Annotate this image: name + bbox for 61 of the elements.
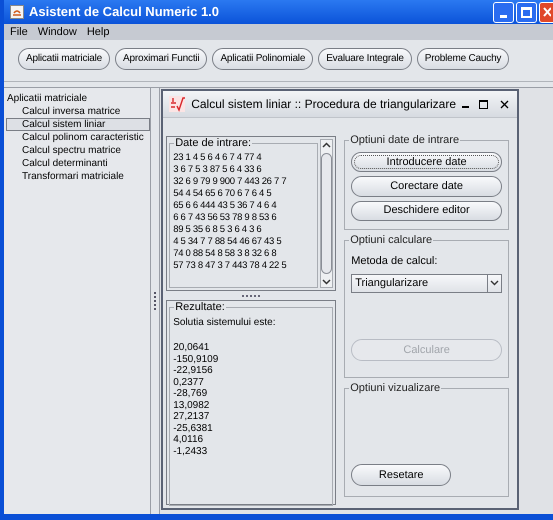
result-value: 20,0641 <box>173 342 210 354</box>
tree-node[interactable]: Aplicatii matriciale <box>6 92 150 105</box>
action-button[interactable]: Aplicatii Polinomiale <box>212 48 314 70</box>
result-value: 13,0982 <box>173 400 210 411</box>
input-line: 57 73 8 47 3 7 443 78 4 22 5 <box>173 260 288 272</box>
group-legend: Optiuni calculare <box>349 234 434 247</box>
tree-item[interactable]: Calcul determinanti <box>6 157 150 170</box>
scrollbar[interactable] <box>320 139 334 288</box>
action-button[interactable]: Evaluare Integrale <box>318 48 412 70</box>
action-button[interactable]: Introducere date <box>351 152 502 172</box>
tree-item[interactable]: Calcul spectru matrice <box>6 144 150 157</box>
maximize-icon <box>521 6 532 18</box>
close-icon[interactable] <box>500 100 509 108</box>
action-button[interactable]: Aplicatii matriciale <box>18 48 110 70</box>
action-button[interactable]: Deschidere editor <box>351 200 502 221</box>
formula-icon <box>169 96 186 112</box>
input-line: 23 1 4 5 6 4 6 7 4 77 4 <box>173 152 262 164</box>
method-dropdown[interactable]: Triangularizare <box>351 274 502 292</box>
input-area[interactable] <box>166 136 336 291</box>
input-line: 74 0 88 54 8 58 3 8 32 6 8 <box>173 248 278 260</box>
menu-item[interactable]: File <box>10 24 28 40</box>
action-button[interactable]: Aproximari Functii <box>115 48 208 70</box>
input-line: 4 5 34 7 7 88 54 46 67 43 5 <box>173 236 282 248</box>
result-value: -1,2433 <box>173 446 208 457</box>
minimize-button[interactable] <box>493 2 514 22</box>
input-line: 65 6 6 444 43 5 36 7 4 6 4 <box>173 200 278 212</box>
group-legend: Optiuni date de intrare <box>349 134 460 147</box>
input-line: 89 5 35 6 8 5 3 6 4 3 6 <box>173 224 262 236</box>
result-value: 4,0116 <box>173 434 204 446</box>
close-icon <box>542 7 550 17</box>
input-line: 32 6 9 79 9 900 7 443 26 7 7 <box>173 176 288 188</box>
result-value: -25,6381 <box>173 422 214 434</box>
menu-item[interactable]: Window <box>38 24 77 40</box>
close-button[interactable] <box>539 2 553 22</box>
group-legend: Optiuni vizualizare <box>349 382 442 395</box>
result-value: -22,9156 <box>173 365 214 376</box>
minimize-icon <box>500 14 507 18</box>
scroll-thumb[interactable] <box>321 153 332 274</box>
tree-item[interactable]: Transformari matriciale <box>6 170 150 183</box>
result-heading: Solutia sistemului este: <box>173 316 276 329</box>
result-value: -150,9109 <box>173 354 220 365</box>
maximize-icon[interactable] <box>479 100 488 108</box>
app-icon <box>10 5 24 19</box>
menu-item[interactable]: Help <box>86 24 110 40</box>
field-label: Metoda de calcul: <box>351 254 438 269</box>
action-button[interactable]: Resetare <box>351 464 452 486</box>
result-value: -28,769 <box>173 388 208 400</box>
caret-icon <box>490 280 499 286</box>
frame-title: Calcul sistem liniar :: Procedura de triangularizare <box>191 96 456 113</box>
input-line: 6 6 7 43 56 53 78 9 8 53 6 <box>173 212 278 224</box>
action-button[interactable]: Corectare date <box>351 176 502 197</box>
window-title: Asistent de Calcul Numeric 1.0 <box>29 3 220 22</box>
tree-item[interactable]: Calcul polinom caracteristic <box>6 131 150 144</box>
tree-item[interactable]: Calcul sistem liniar <box>6 118 150 131</box>
result-value: 0,2377 <box>173 376 205 388</box>
maximize-button[interactable] <box>516 2 537 22</box>
input-line: 3 6 7 5 3 87 5 6 4 33 6 <box>173 164 262 176</box>
result-value: 27,2137 <box>173 411 210 422</box>
action-button[interactable]: Probleme Cauchy <box>416 48 510 70</box>
input-line: 54 4 54 65 6 70 6 7 6 4 5 <box>173 188 272 200</box>
tree-item[interactable]: Calcul inversa matrice <box>6 105 150 118</box>
